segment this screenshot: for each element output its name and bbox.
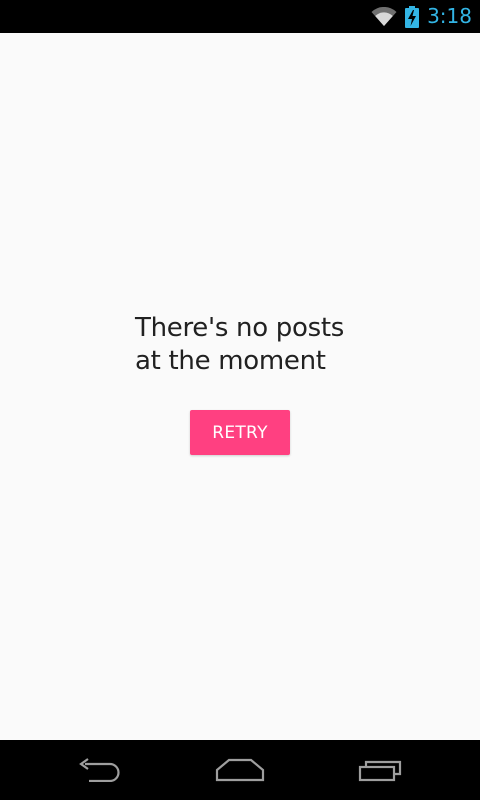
recents-icon (358, 760, 402, 782)
status-bar: 3:18 (0, 0, 480, 33)
app-screen: 3:18 There's no posts at the moment RETR… (0, 0, 480, 800)
status-clock: 3:18 (427, 4, 472, 28)
status-icons: 3:18 (371, 0, 472, 33)
main-content: There's no posts at the moment RETRY (0, 33, 480, 740)
retry-button[interactable]: RETRY (190, 410, 290, 455)
navigation-bar (0, 740, 480, 800)
back-button[interactable] (50, 740, 150, 800)
home-button[interactable] (190, 740, 290, 800)
home-icon (215, 758, 265, 782)
back-icon (79, 758, 120, 782)
battery-charging-icon (405, 5, 420, 28)
wifi-icon (371, 6, 397, 26)
empty-state-message: There's no posts at the moment (135, 313, 344, 376)
recents-button[interactable] (331, 740, 431, 800)
